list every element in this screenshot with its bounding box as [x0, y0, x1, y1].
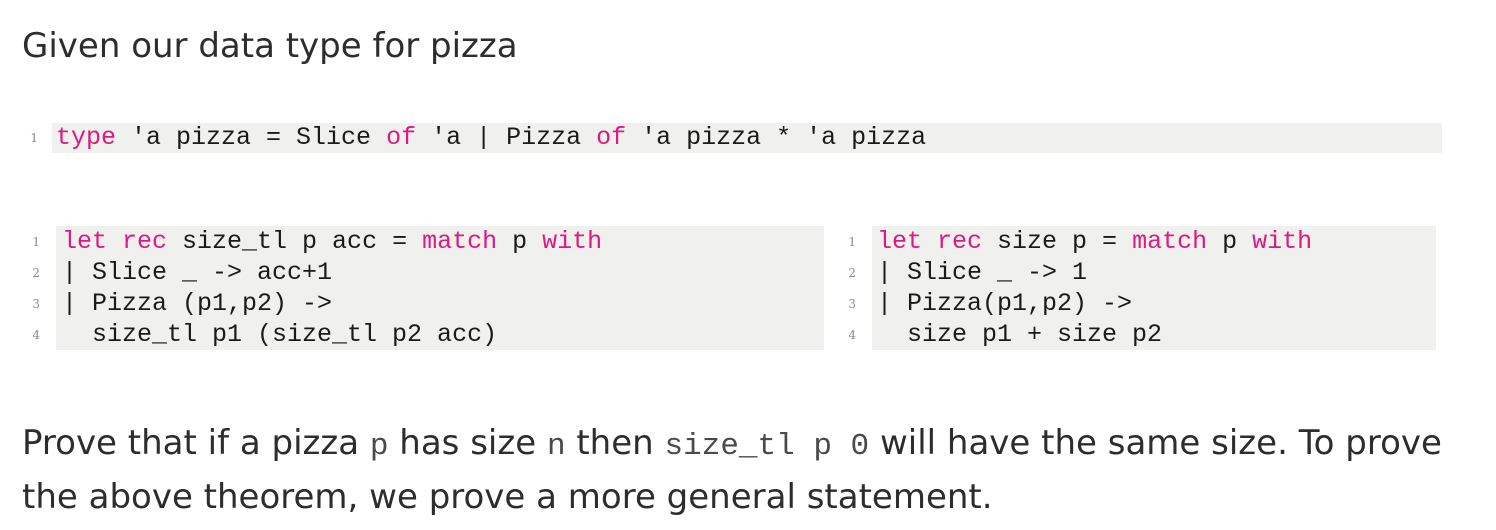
code-keyword: with — [1252, 227, 1313, 256]
inline-code-n: n — [546, 429, 566, 464]
inline-code-size-tl-call: size_tl p 0 — [664, 429, 870, 464]
code-line: let rec size_tl p acc = match p with — [62, 227, 602, 257]
code-line: type 'a pizza = Slice of 'a | Pizza of '… — [56, 123, 926, 153]
code-keyword: type — [56, 123, 117, 152]
code-keyword: of — [386, 123, 417, 152]
inline-code-p: p — [369, 429, 389, 464]
code-line: | Pizza(p1,p2) -> — [877, 289, 1132, 319]
code-line: | Slice _ -> 1 — [877, 258, 1087, 288]
code-token: 'a pizza * 'a pizza — [626, 123, 927, 152]
code-token: p — [1207, 227, 1253, 256]
code-token: size p1 + size p2 — [877, 320, 1163, 349]
code-token: | Slice _ -> 1 — [877, 258, 1088, 287]
code-token: | Pizza (p1,p2) -> — [62, 289, 333, 318]
paragraph-text-2: has size — [388, 423, 547, 463]
code-keyword: let rec — [877, 227, 983, 256]
line-number: 4 — [848, 328, 856, 342]
line-number: 2 — [32, 266, 40, 280]
code-token: size_tl p acc = — [167, 227, 423, 256]
paragraph-text-3: then — [565, 423, 665, 463]
code-line: size_tl p1 (size_tl p2 acc) — [62, 320, 497, 350]
code-line: | Slice _ -> acc+1 — [62, 258, 332, 288]
code-keyword: let rec — [62, 227, 168, 256]
line-number: 2 — [848, 266, 856, 280]
code-keyword: match — [422, 227, 498, 256]
paragraph-text-1: Prove that if a pizza — [22, 423, 370, 463]
code-line: | Pizza (p1,p2) -> — [62, 289, 332, 319]
page-heading: Given our data type for pizza — [22, 26, 518, 66]
line-number: 1 — [30, 131, 38, 145]
code-keyword: of — [596, 123, 627, 152]
line-number: 4 — [32, 328, 40, 342]
code-keyword: match — [1132, 227, 1208, 256]
line-number: 3 — [32, 297, 40, 311]
theorem-paragraph: Prove that if a pizza p has size n then … — [22, 418, 1462, 522]
code-token: 'a pizza = Slice — [116, 123, 387, 152]
line-number: 3 — [848, 297, 856, 311]
line-number: 1 — [32, 235, 40, 249]
code-token: size p = — [982, 227, 1133, 256]
code-keyword: with — [542, 227, 603, 256]
code-token: | Pizza(p1,p2) -> — [877, 289, 1133, 318]
code-line: let rec size p = match p with — [877, 227, 1312, 257]
code-line: size p1 + size p2 — [877, 320, 1162, 350]
code-token: size_tl p1 (size_tl p2 acc) — [62, 320, 498, 349]
code-token: | Slice _ -> acc+1 — [62, 258, 333, 287]
line-number: 1 — [848, 235, 856, 249]
code-token: p — [497, 227, 543, 256]
code-token: 'a | Pizza — [416, 123, 597, 152]
